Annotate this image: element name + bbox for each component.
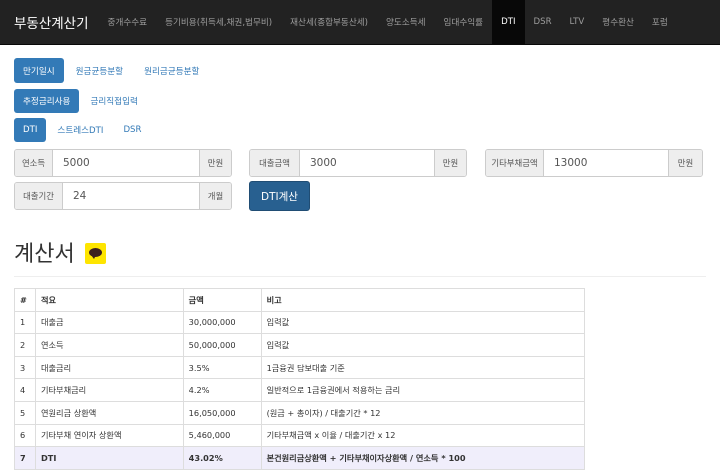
cell-index: 3: [14, 355, 36, 380]
top-navbar: 부동산계산기 중개수수료 등기비용(취득세,채권,법무비) 재산세(종합부동산세…: [0, 0, 720, 45]
tab-equal-installment[interactable]: 원리금균등분할: [135, 59, 208, 83]
nav-item-forum[interactable]: 포럼: [643, 0, 677, 45]
table-row: 1 대출금 30,000,000 입력값: [14, 310, 586, 335]
loan-period-group: 대출기간 24 개월: [14, 182, 232, 210]
loan-period-input[interactable]: 24: [63, 183, 199, 209]
other-debt-input[interactable]: 13000: [544, 150, 668, 176]
ratio-type-tabs: DTI 스트레스DTI DSR: [14, 118, 150, 142]
cell-note: 입력값: [260, 310, 586, 335]
cell-note: 일반적으로 1금융권에서 적용하는 금리: [260, 378, 586, 402]
tab-dti[interactable]: DTI: [14, 118, 47, 142]
annual-income-input[interactable]: 5000: [53, 150, 199, 176]
table-header-row: # 적요 금액 비고: [14, 288, 586, 312]
other-debt-label: 기타부채금액: [486, 150, 544, 176]
nav-menu: 중개수수료 등기비용(취득세,채권,법무비) 재산세(종합부동산세) 양도소득세…: [99, 0, 677, 45]
nav-item-brokerage-fee[interactable]: 중개수수료: [99, 0, 157, 45]
statement-table: # 적요 금액 비고 1 대출금 30,000,000 입력값 2 연소득 50…: [14, 288, 586, 470]
cell-note: (원금 + 총이자) / 대출기간 * 12: [260, 400, 586, 425]
other-debt-group: 기타부채금액 13000 만원: [485, 149, 703, 177]
cell-item: 기타부채 연이자 상환액: [34, 423, 184, 448]
cell-item: 연소득: [34, 333, 184, 357]
tab-bullet-repayment[interactable]: 만기일시: [14, 58, 64, 83]
cell-item: 대출금리: [34, 355, 184, 380]
nav-item-rental-yield[interactable]: 임대수익률: [435, 0, 493, 45]
column-header-index: #: [14, 288, 36, 312]
nav-item-area-conversion[interactable]: 평수환산: [593, 0, 643, 45]
cell-note: 기타부채금액 x 이율 / 대출기간 x 12: [260, 423, 586, 448]
brand-logo[interactable]: 부동산계산기: [0, 12, 99, 32]
annual-income-unit: 만원: [199, 150, 231, 176]
cell-amount: 4.2%: [182, 378, 262, 402]
table-row: 4 기타부채금리 4.2% 일반적으로 1금융권에서 적용하는 금리: [14, 378, 586, 402]
table-row: 3 대출금리 3.5% 1금융권 담보대출 기준: [14, 355, 586, 380]
loan-amount-group: 대출금액 3000 만원: [249, 149, 467, 177]
cell-item: DTI: [34, 446, 184, 470]
cell-index: 6: [14, 423, 36, 448]
nav-item-capital-gains-tax[interactable]: 양도소득세: [377, 0, 435, 45]
loan-amount-label: 대출금액: [250, 150, 300, 176]
cell-amount: 16,050,000: [182, 400, 262, 425]
loan-amount-unit: 만원: [434, 150, 466, 176]
cell-amount: 5,460,000: [182, 423, 262, 448]
cell-item: 대출금: [34, 310, 184, 335]
loan-period-unit: 개월: [199, 183, 231, 209]
tab-direct-rate-input[interactable]: 금리직접입력: [81, 89, 146, 113]
tab-estimated-rate[interactable]: 추정금리사용: [14, 89, 80, 113]
nav-item-property-tax[interactable]: 재산세(종합부동산세): [281, 0, 377, 45]
column-header-note: 비고: [260, 288, 586, 312]
nav-item-dsr[interactable]: DSR: [525, 0, 561, 45]
nav-item-registration-cost[interactable]: 등기비용(취득세,채권,법무비): [156, 0, 281, 45]
repayment-type-tabs: 만기일시 원금균등분할 원리금균등분할: [14, 58, 208, 83]
cell-index: 5: [14, 400, 36, 425]
table-row-result: 7 DTI 43.02% 본건원리금상환액 + 기타부채이자상환액 / 연소득 …: [14, 446, 586, 470]
cell-amount: 3.5%: [182, 355, 262, 380]
cell-note: 입력값: [260, 333, 586, 357]
statement-title: 계산서: [14, 242, 75, 267]
tab-stress-dti[interactable]: 스트레스DTI: [48, 118, 112, 142]
rate-type-tabs: 추정금리사용 금리직접입력: [14, 89, 147, 113]
column-header-amount: 금액: [182, 288, 262, 312]
cell-index: 1: [14, 310, 36, 335]
loan-amount-input[interactable]: 3000: [300, 150, 434, 176]
cell-item: 연원리금 상환액: [34, 400, 184, 425]
kakao-share-icon[interactable]: [85, 243, 106, 264]
cell-index: 7: [14, 446, 36, 470]
cell-index: 4: [14, 378, 36, 402]
column-header-item: 적요: [34, 288, 184, 312]
cell-amount: 50,000,000: [182, 333, 262, 357]
loan-period-label: 대출기간: [15, 183, 63, 209]
cell-item: 기타부채금리: [34, 378, 184, 402]
calculate-dti-button[interactable]: DTI계산: [249, 181, 310, 211]
cell-note: 1금융권 담보대출 기준: [260, 355, 586, 380]
annual-income-group: 연소득 5000 만원: [14, 149, 232, 177]
cell-note: 본건원리금상환액 + 기타부채이자상환액 / 연소득 * 100: [260, 446, 586, 470]
tab-equal-principal[interactable]: 원금균등분할: [67, 59, 132, 83]
table-row: 2 연소득 50,000,000 입력값: [14, 333, 586, 357]
tab-dsr[interactable]: DSR: [114, 118, 150, 142]
cell-amount: 43.02%: [182, 446, 262, 470]
cell-index: 2: [14, 333, 36, 357]
table-row: 6 기타부채 연이자 상환액 5,460,000 기타부채금액 x 이율 / 대…: [14, 423, 586, 448]
nav-item-dti[interactable]: DTI: [492, 0, 525, 45]
speech-bubble-tail: [91, 255, 96, 259]
divider: [14, 276, 706, 277]
annual-income-label: 연소득: [15, 150, 53, 176]
nav-item-ltv[interactable]: LTV: [561, 0, 594, 45]
other-debt-unit: 만원: [668, 150, 702, 176]
table-row: 5 연원리금 상환액 16,050,000 (원금 + 총이자) / 대출기간 …: [14, 400, 586, 425]
cell-amount: 30,000,000: [182, 310, 262, 335]
